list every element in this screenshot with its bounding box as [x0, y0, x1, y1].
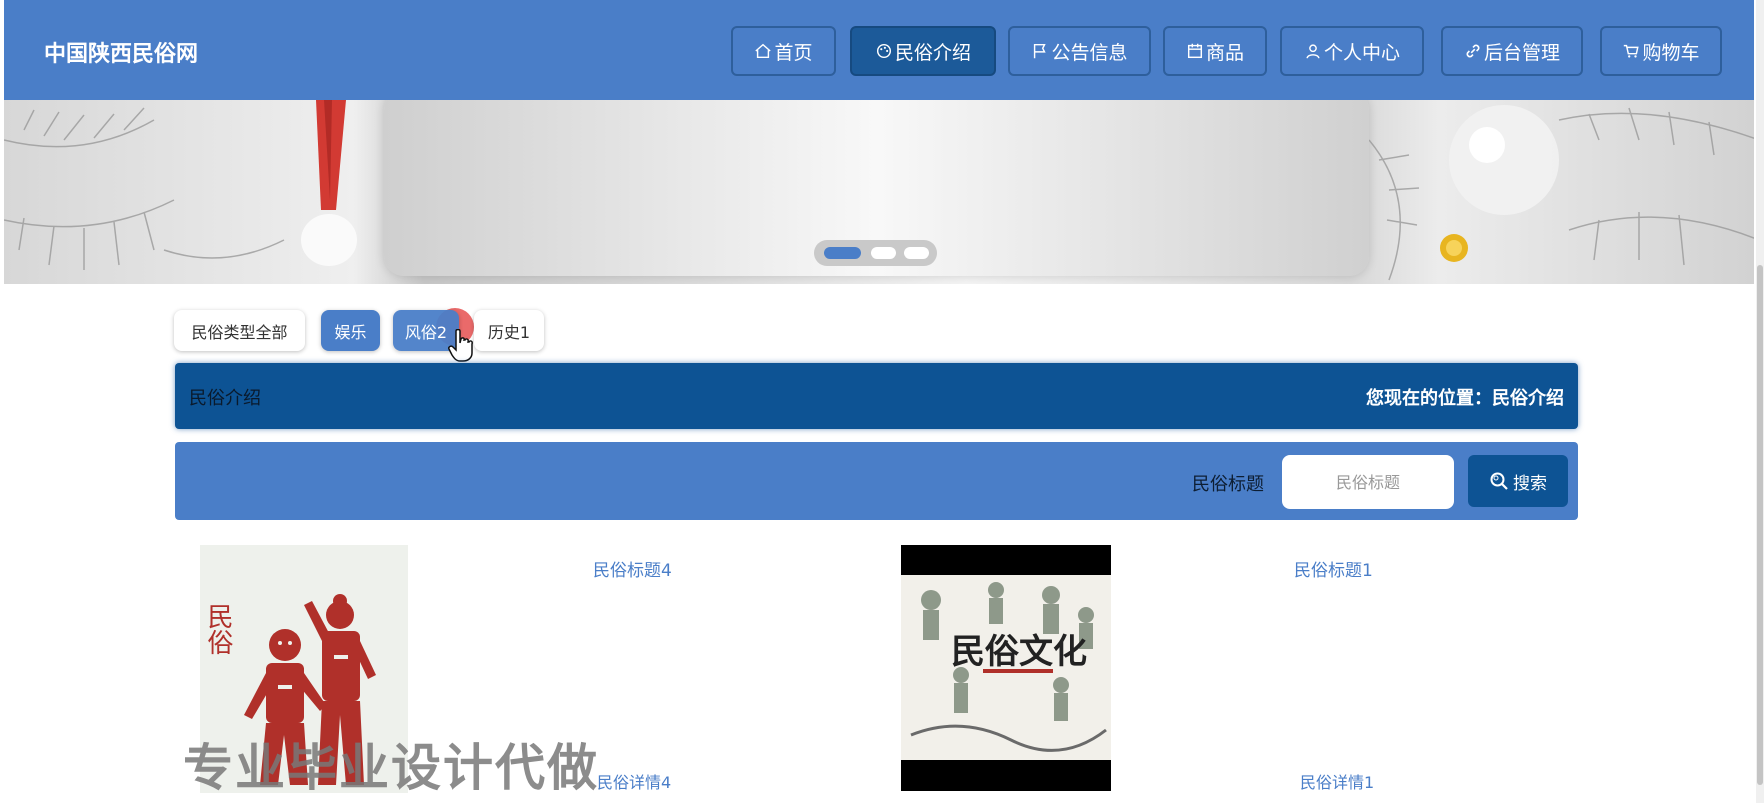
- site-title[interactable]: 中国陕西民俗网: [44, 36, 198, 68]
- scrollbar-track[interactable]: [1756, 0, 1764, 803]
- carousel-dot-1[interactable]: [824, 247, 861, 259]
- nav-folklore-intro[interactable]: 民俗介绍: [850, 26, 996, 76]
- image-caption: 民俗文化: [951, 632, 1087, 672]
- scrollbar-thumb[interactable]: [1757, 265, 1763, 785]
- nav-personal-center[interactable]: 个人中心: [1280, 26, 1424, 76]
- nav-cart-label: 购物车: [1642, 41, 1700, 64]
- search-label: 民俗标题: [1192, 474, 1264, 495]
- palm-leaves-left-image: [4, 107, 285, 270]
- search-button[interactable]: 搜索: [1468, 455, 1568, 507]
- image-caption: 民俗: [203, 603, 233, 655]
- flag-icon: [1034, 43, 1047, 59]
- palm-leaves-right-image: [1369, 105, 1754, 281]
- item-title[interactable]: 民俗标题1: [1294, 556, 1373, 581]
- nav-admin[interactable]: 后台管理: [1441, 26, 1583, 76]
- nav-announcements[interactable]: 公告信息: [1008, 26, 1151, 76]
- item-detail[interactable]: 民俗详情4: [597, 769, 671, 793]
- category-history[interactable]: 历史1: [474, 310, 544, 351]
- nav-home-label: 首页: [774, 41, 813, 64]
- nav-folklore-intro-label: 民俗介绍: [894, 41, 971, 64]
- item-image[interactable]: 民俗文化: [901, 545, 1111, 791]
- folk-culture-painting-image: 民俗文化: [901, 575, 1111, 760]
- nav-admin-label: 后台管理: [1483, 41, 1560, 64]
- nav-cart[interactable]: 购物车: [1600, 26, 1722, 76]
- nav-products[interactable]: 商品: [1163, 26, 1267, 76]
- search-bar: 民俗标题 搜索: [175, 442, 1578, 520]
- home-icon: [755, 43, 772, 59]
- user-icon: [1306, 44, 1320, 59]
- link-icon: [1466, 44, 1480, 58]
- carousel-indicators: [814, 240, 937, 266]
- search-icon: [1490, 472, 1508, 490]
- calendar-icon: [1187, 43, 1203, 59]
- item-title[interactable]: 民俗标题4: [593, 556, 672, 581]
- nav-personal-center-label: 个人中心: [1323, 41, 1400, 64]
- carousel-dot-3[interactable]: [904, 247, 929, 259]
- hand-cursor-icon: [448, 329, 473, 362]
- nav-products-label: 商品: [1205, 41, 1244, 64]
- nav-announcements-label: 公告信息: [1051, 41, 1128, 64]
- cart-icon: [1624, 44, 1640, 58]
- nav-home[interactable]: 首页: [731, 26, 836, 76]
- breadcrumb: 您现在的位置：民俗介绍: [1366, 388, 1564, 409]
- top-navbar: 中国陕西民俗网 首页 民俗介绍 公告信息 商品 个人中心 后台管理 购物车: [4, 0, 1754, 100]
- item-detail[interactable]: 民俗详情1: [1300, 769, 1374, 793]
- search-button-label: 搜索: [1513, 473, 1547, 494]
- carousel-dot-2[interactable]: [871, 247, 896, 259]
- section-title: 民俗介绍: [189, 388, 261, 409]
- section-header: 民俗介绍 您现在的位置：民俗介绍: [175, 363, 1578, 429]
- watermark-text: 专业毕业设计代做: [183, 739, 599, 797]
- palette-icon: [876, 43, 892, 59]
- search-input[interactable]: [1282, 455, 1454, 509]
- category-entertainment[interactable]: 娱乐: [321, 310, 380, 351]
- category-all[interactable]: 民俗类型全部: [174, 310, 305, 351]
